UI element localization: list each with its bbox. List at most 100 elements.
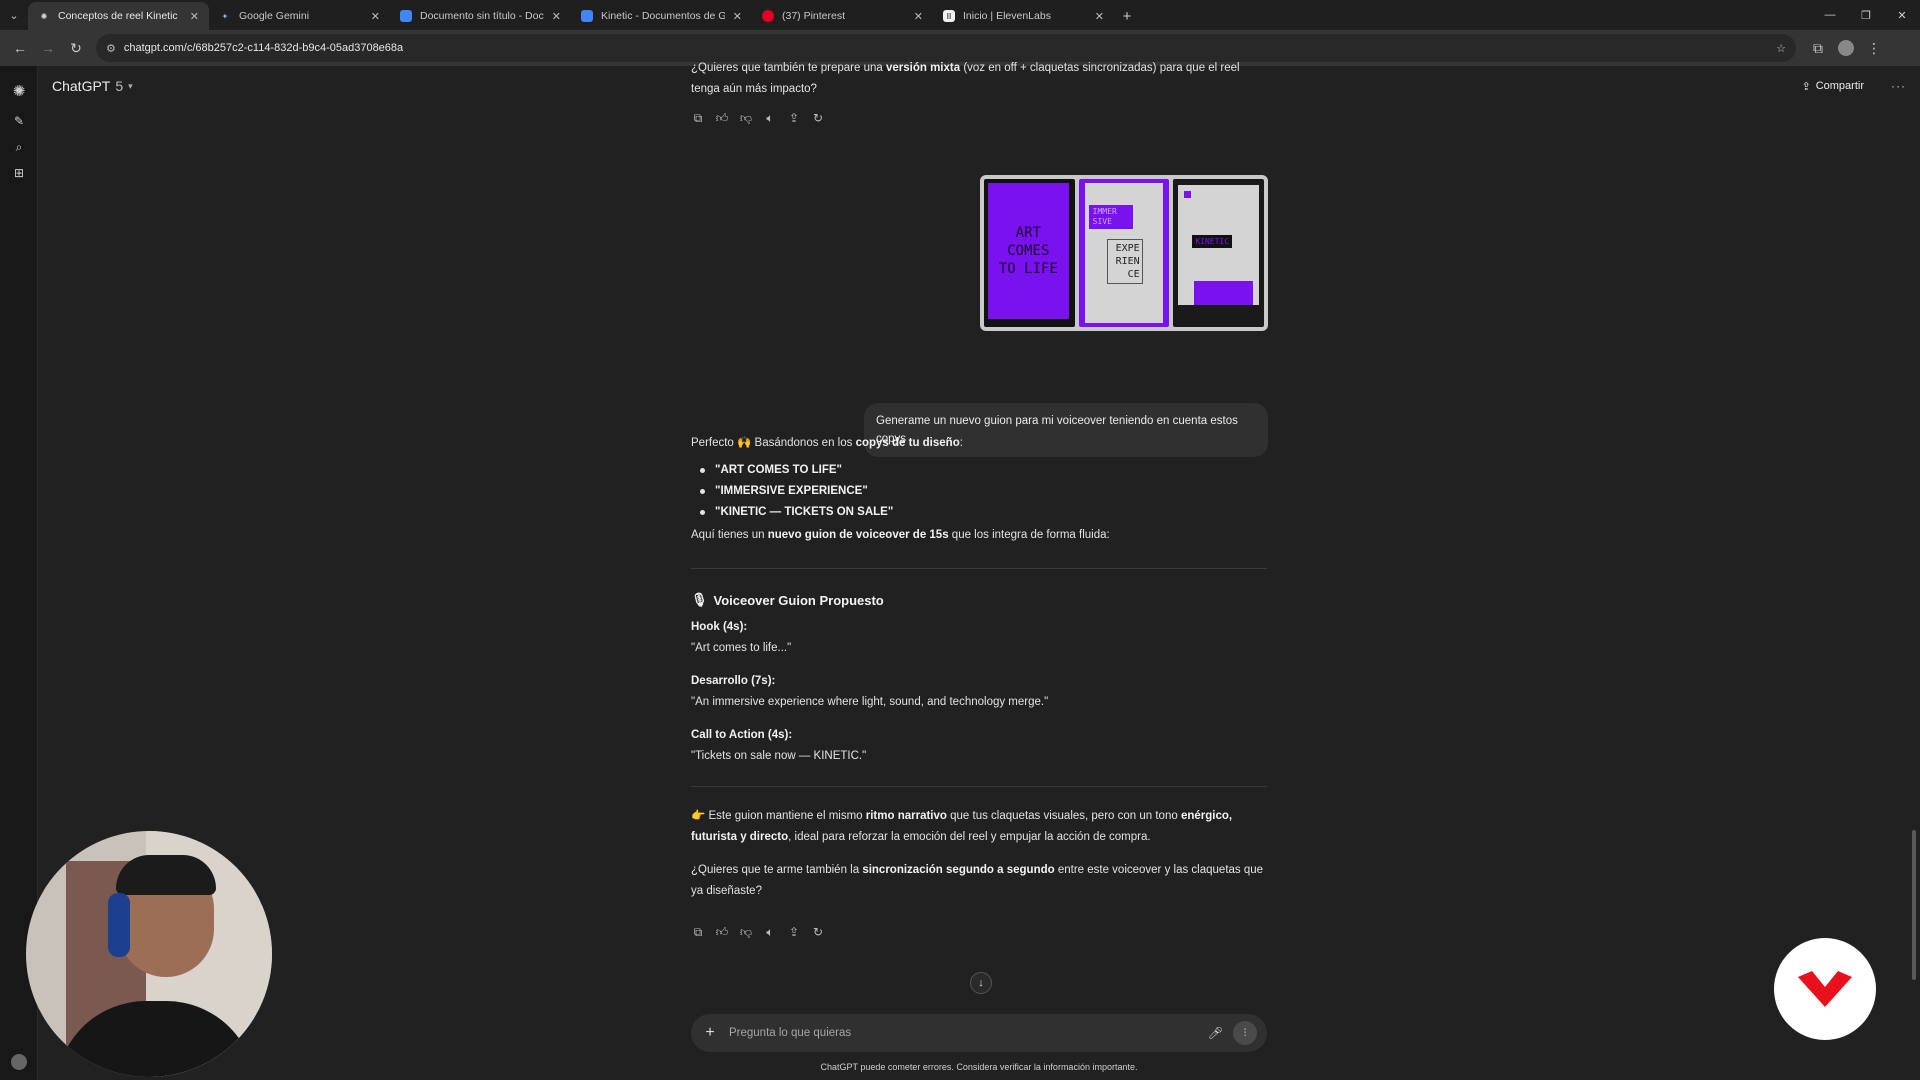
chatgpt-app: ✺ ✎ ⌕ ⊞ ChatGPT 5 ▾ ⇪ Compartir ··· ¿Qui…: [0, 62, 1920, 1080]
profile-avatar[interactable]: [1838, 40, 1854, 56]
share-button[interactable]: ⇪ Compartir: [1801, 80, 1864, 93]
back-icon[interactable]: ←: [6, 34, 34, 62]
response-lead: Aquí tienes un nuevo guion de voiceover …: [691, 525, 1267, 546]
tab-title: Documento sin título - Docume: [420, 10, 544, 22]
site-info-icon[interactable]: ⚙: [106, 42, 116, 55]
browser-tab-docs-kinetic[interactable]: Kinetic - Documentos de Goog ✕: [571, 2, 752, 30]
message-actions: ⧉ 👍︎ 👎︎ 🔈︎ ⇪ ↻: [691, 925, 1267, 940]
message-text: que tus claquetas visuales, pero con un …: [946, 810, 1181, 822]
model-name: ChatGPT: [52, 78, 111, 94]
browser-menu-icon[interactable]: ⋮: [1860, 34, 1888, 62]
mic-icon[interactable]: 🎤︎: [1208, 1026, 1223, 1040]
model-selector[interactable]: ChatGPT 5 ▾: [52, 78, 133, 94]
response-question: ¿Quieres que te arme también la sincroni…: [691, 860, 1267, 902]
browser-tab-chatgpt[interactable]: ✺ Conceptos de reel Kinetic ✕: [28, 2, 209, 30]
panel-text: EXPE RIEN CE: [1106, 239, 1143, 284]
copy-icon[interactable]: ⧉: [691, 925, 705, 939]
docs-favicon-icon: [400, 10, 412, 22]
panel-tag: IMMER SIVE: [1088, 205, 1133, 229]
browser-tab-strip: ⌄ ✺ Conceptos de reel Kinetic ✕ ✦ Google…: [0, 0, 1920, 30]
block-text: "Tickets on sale now — KINETIC.": [691, 750, 867, 762]
plus-icon[interactable]: +: [701, 1024, 719, 1042]
gemini-favicon-icon: ✦: [221, 11, 229, 21]
message-bold-text: nuevo guion de voiceover de 15s: [767, 529, 949, 541]
assistant-message-previous: ¿Quieres que también te prepare una vers…: [691, 58, 1267, 100]
more-options-icon[interactable]: ···: [1891, 79, 1906, 93]
tab-close-icon[interactable]: ✕: [1095, 10, 1104, 23]
share-icon: ⇪: [1801, 80, 1811, 93]
message-bold-text: sincronización segundo a segundo: [862, 864, 1055, 876]
thumbs-down-icon[interactable]: 👎︎: [739, 925, 753, 939]
share-icon[interactable]: ⇪: [787, 925, 801, 939]
read-aloud-icon[interactable]: 🔈︎: [763, 111, 777, 125]
thumbs-down-icon[interactable]: 👎︎: [739, 111, 753, 125]
block-label: Desarrollo (7s):: [691, 675, 776, 687]
bookmark-star-icon[interactable]: ☆: [1776, 42, 1786, 55]
panel-tag: KINETIC: [1192, 235, 1233, 248]
extensions-icon[interactable]: ⧉: [1804, 34, 1832, 62]
chatgpt-logo-icon[interactable]: ✺: [0, 74, 38, 108]
browser-tab-gemini[interactable]: ✦ Google Gemini ✕: [209, 2, 390, 30]
scroll-to-bottom-button[interactable]: ↓: [970, 972, 992, 994]
block-label: Call to Action (4s):: [691, 729, 793, 741]
message-bold-text: copys de tu diseño: [855, 437, 960, 449]
scrollbar[interactable]: [1912, 830, 1916, 980]
response-closing: 👉 Este guion mantiene el mismo ritmo nar…: [691, 806, 1267, 848]
tab-close-icon[interactable]: ✕: [371, 10, 380, 23]
chevron-down-icon: ▾: [128, 80, 133, 91]
read-aloud-icon[interactable]: 🔈︎: [763, 925, 777, 939]
tab-search-icon[interactable]: ⌄: [0, 0, 28, 30]
search-icon[interactable]: ⌕: [0, 134, 38, 160]
reel-panel-art: ART COMES TO LIFE: [984, 179, 1075, 327]
elevenlabs-favicon-icon: II: [943, 10, 955, 22]
section-heading: 🎙︎ Voiceover Guion Propuesto: [691, 592, 1267, 608]
disclaimer: ChatGPT puede cometer errores. Considera…: [820, 1062, 1138, 1072]
script-block-hook: Hook (4s): "Art comes to life...": [691, 617, 1267, 659]
block-text: "Art comes to life...": [691, 642, 792, 654]
section-title: Voiceover Guion Propuesto: [713, 592, 884, 608]
tab-title: Inicio | ElevenLabs: [963, 10, 1051, 22]
restore-icon[interactable]: ❐: [1848, 0, 1884, 30]
voice-mode-icon[interactable]: ⫶: [1233, 1021, 1257, 1045]
user-avatar[interactable]: [11, 1054, 27, 1070]
microphone-icon: 🎙︎: [691, 592, 708, 607]
share-icon[interactable]: ⇪: [787, 111, 801, 125]
browser-tab-docs-untitled[interactable]: Documento sin título - Docume ✕: [390, 2, 571, 30]
message-text: , ideal para reforzar la emoción del ree…: [788, 831, 1151, 843]
forward-icon[interactable]: →: [34, 34, 62, 62]
copies-list: "ART COMES TO LIFE" "IMMERSIVE EXPERIENC…: [691, 460, 1267, 523]
message-text: que los integra de forma fluida:: [948, 529, 1110, 541]
new-chat-icon[interactable]: ✎: [0, 108, 38, 134]
reload-icon[interactable]: ↻: [62, 34, 90, 62]
message-text: ¿Quieres que también te prepare una: [691, 62, 886, 74]
copy-icon[interactable]: ⧉: [691, 111, 705, 125]
response-intro: Perfecto 🙌 Basándonos en los copys de tu…: [691, 433, 1267, 454]
library-icon[interactable]: ⊞: [0, 160, 38, 186]
block-label: Hook (4s):: [691, 621, 748, 633]
block-text: "An immersive experience where light, so…: [691, 696, 1049, 708]
message-actions: ⧉ 👍︎ 👎︎ 🔈︎ ⇪ ↻: [691, 111, 1267, 126]
regenerate-icon[interactable]: ↻: [811, 925, 825, 939]
pinterest-favicon-icon: [762, 10, 774, 22]
new-tab-button[interactable]: +: [1114, 2, 1140, 30]
browser-tab-pinterest[interactable]: (37) Pinterest ✕: [752, 2, 933, 30]
thumbs-up-icon[interactable]: 👍︎: [715, 925, 729, 939]
message-text: Perfecto 🙌 Basándonos en los: [691, 437, 856, 449]
regenerate-icon[interactable]: ↻: [811, 111, 825, 125]
message-bold-text: versión mixta: [885, 62, 961, 74]
thumbs-up-icon[interactable]: 👍︎: [715, 111, 729, 125]
tab-close-icon[interactable]: ✕: [190, 10, 199, 23]
brand-chevron-icon: [1798, 971, 1852, 1007]
close-window-icon[interactable]: ✕: [1884, 0, 1920, 30]
tab-close-icon[interactable]: ✕: [914, 10, 923, 23]
minimize-icon[interactable]: —: [1812, 0, 1848, 30]
attached-image[interactable]: ART COMES TO LIFE IMMER SIVE EXPE RIEN C…: [980, 175, 1268, 331]
script-block-desarrollo: Desarrollo (7s): "An immersive experienc…: [691, 671, 1267, 713]
list-item: "KINETIC — TICKETS ON SALE": [691, 502, 1267, 523]
prompt-input[interactable]: [729, 1027, 1198, 1039]
browser-tab-elevenlabs[interactable]: II Inicio | ElevenLabs ✕: [933, 2, 1114, 30]
docs-favicon-icon: [581, 10, 593, 22]
tab-title: Conceptos de reel Kinetic: [58, 10, 178, 22]
tab-close-icon[interactable]: ✕: [552, 10, 561, 23]
tab-close-icon[interactable]: ✕: [733, 10, 742, 23]
